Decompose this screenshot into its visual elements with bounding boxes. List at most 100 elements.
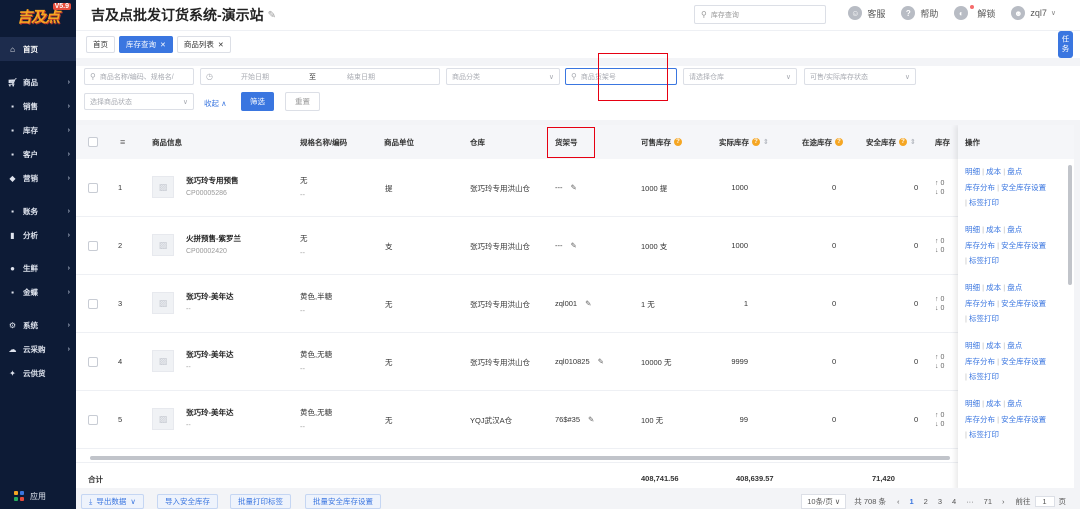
tab-product-list[interactable]: 商品列表 ✕ [176,36,231,53]
row-checkbox[interactable] [88,357,98,367]
stock-check-link[interactable]: 盘点 [1007,167,1022,176]
distribution-link[interactable]: 库存分布 [965,299,995,308]
detail-link[interactable]: 明细 [965,167,980,176]
safety-setting-link[interactable]: 安全库存设置 [1001,415,1046,424]
row-checkbox[interactable] [88,415,98,425]
sidebar-item-cloud-purchase[interactable]: ☁ 云采购 › [0,337,76,361]
question-icon[interactable]: ? [835,138,843,146]
detail-link[interactable]: 明细 [965,225,980,234]
help-button[interactable]: ? 帮助 [901,6,938,20]
warehouse-select[interactable]: 请选择仓库 ∨ [683,68,797,85]
label-print-link[interactable]: 标签打印 [969,430,999,439]
vertical-scrollbar[interactable] [1068,165,1072,285]
sidebar-item-inventory[interactable]: ▪ 库存 › [0,118,76,142]
edit-icon[interactable]: ✎ [588,415,594,424]
safety-setting-link[interactable]: 安全库存设置 [1001,241,1046,250]
header-search-input[interactable]: ⚲ 库存查询 [694,5,826,24]
col-actual[interactable]: 实际库存? ⇕ [719,125,769,159]
label-print-link[interactable]: 标签打印 [969,314,999,323]
distribution-link[interactable]: 库存分布 [965,241,995,250]
detail-link[interactable]: 明细 [965,283,980,292]
detail-link[interactable]: 明细 [965,399,980,408]
task-button[interactable]: 任务 [1058,31,1073,58]
import-safety-stock-button[interactable]: 导入安全库存 [157,494,218,509]
edit-icon[interactable]: ✎ [571,241,577,250]
safety-setting-link[interactable]: 安全库存设置 [1001,357,1046,366]
batch-print-labels-button[interactable]: 批量打印标签 [230,494,291,509]
col-safety[interactable]: 安全库存? ⇕ [866,125,916,159]
apps-button[interactable]: 应用 [0,483,76,509]
sidebar-item-analysis[interactable]: ▮ 分析 › [0,223,76,247]
prev-page-button[interactable]: ‹ [897,497,900,506]
stock-check-link[interactable]: 盘点 [1007,283,1022,292]
distribution-link[interactable]: 库存分布 [965,415,995,424]
product-status-select[interactable]: 选择商品状态 ∨ [84,93,194,110]
stock-status-select[interactable]: 可售/实际库存状态 ∨ [804,68,916,85]
row-checkbox[interactable] [88,299,98,309]
safety-setting-link[interactable]: 安全库存设置 [1001,183,1046,192]
sidebar-item-products[interactable]: 🛒︎ 商品 › [0,70,76,94]
next-page-button[interactable]: › [1002,497,1005,506]
column-settings-icon[interactable]: ≡ [120,125,125,159]
question-icon[interactable]: ? [674,138,682,146]
stock-check-link[interactable]: 盘点 [1007,399,1022,408]
distribution-link[interactable]: 库存分布 [965,357,995,366]
sidebar-item-kingdee[interactable]: ▪ 金蝶 › [0,280,76,304]
export-data-button[interactable]: ⤓ 导出数据 ∨ [81,494,144,509]
sidebar-item-customers[interactable]: ▪ 客户 › [0,142,76,166]
page-ellipsis[interactable]: ··· [966,497,974,506]
stock-check-link[interactable]: 盘点 [1007,341,1022,350]
cost-link[interactable]: 成本 [986,225,1001,234]
page-4[interactable]: 4 [952,497,956,506]
page-size-select[interactable]: 10条/页 ∨ [801,494,847,509]
sidebar-item-marketing[interactable]: ◆ 营销 › [0,166,76,190]
page-3[interactable]: 3 [938,497,942,506]
row-checkbox[interactable] [88,241,98,251]
edit-icon[interactable]: ✎ [598,357,604,366]
page-71[interactable]: 71 [984,497,992,506]
question-icon[interactable]: ? [752,138,760,146]
sort-icon[interactable]: ⇕ [910,138,916,146]
distribution-link[interactable]: 库存分布 [965,183,995,192]
edit-icon[interactable]: ✎ [585,299,591,308]
user-menu[interactable]: ☻ zql7 ∨ [1011,6,1056,20]
page-1[interactable]: 1 [909,497,913,506]
sidebar-item-home[interactable]: ⌂ 首页 [0,37,76,61]
horizontal-scrollbar[interactable] [90,456,950,460]
sidebar-item-sales[interactable]: ▪ 销售 › [0,94,76,118]
tab-home[interactable]: 首页 [86,36,115,53]
close-icon[interactable]: ✕ [160,42,166,49]
question-icon[interactable]: ? [899,138,907,146]
edit-icon[interactable]: ✎ [268,10,276,21]
customer-service-button[interactable]: ☺ 客服 [848,6,885,20]
filter-button[interactable]: 筛选 [241,92,274,111]
product-name-input[interactable]: ⚲ 商品名称/编码、规格名/ [84,68,194,85]
date-range-picker[interactable]: ◷ 开始日期 至 结束日期 [200,68,440,85]
row-checkbox[interactable] [88,183,98,193]
cost-link[interactable]: 成本 [986,341,1001,350]
sidebar-item-fresh[interactable]: ● 生鲜 › [0,256,76,280]
category-select[interactable]: 商品分类 ∨ [446,68,560,85]
cost-link[interactable]: 成本 [986,399,1001,408]
detail-link[interactable]: 明细 [965,341,980,350]
unlock-button[interactable]: ◐ 解锁 [954,5,995,20]
stock-check-link[interactable]: 盘点 [1007,225,1022,234]
cost-link[interactable]: 成本 [986,167,1001,176]
label-print-link[interactable]: 标签打印 [969,256,999,265]
page-2[interactable]: 2 [924,497,928,506]
select-all-checkbox[interactable] [88,125,98,159]
tab-inventory-query[interactable]: 库存查询 ✕ [119,36,173,53]
collapse-link[interactable]: 收起 ∧ [204,98,227,109]
safety-setting-link[interactable]: 安全库存设置 [1001,299,1046,308]
cost-link[interactable]: 成本 [986,283,1001,292]
batch-safety-setting-button[interactable]: 批量安全库存设置 [305,494,381,509]
label-print-link[interactable]: 标签打印 [969,198,999,207]
sidebar-item-accounts[interactable]: ▪ 账务 › [0,199,76,223]
label-print-link[interactable]: 标签打印 [969,372,999,381]
goto-page-input[interactable]: 1 [1034,496,1055,507]
edit-icon[interactable]: ✎ [571,183,577,192]
sort-icon[interactable]: ⇕ [763,138,769,146]
sidebar-item-system[interactable]: ⚙ 系统 › [0,313,76,337]
reset-button[interactable]: 重置 [285,92,320,111]
sidebar-item-cloud-supply[interactable]: ✦ 云供货 [0,361,76,385]
